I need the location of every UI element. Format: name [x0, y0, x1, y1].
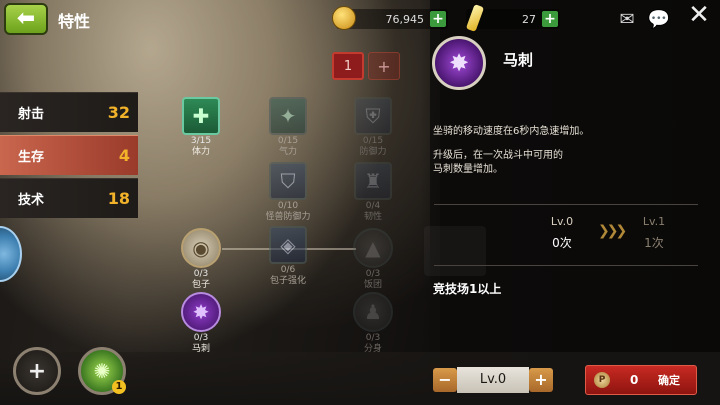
category-points: 32 [107, 103, 130, 122]
skill-rice-ball[interactable]: ▲ 0/3 饭团 [350, 228, 396, 291]
clone-icon: ♟ [353, 292, 393, 332]
next-level-label: Lv.1 [642, 215, 666, 228]
skill-count: 0/3 [365, 333, 381, 343]
gold-coin-icon [332, 6, 356, 30]
confirm-cost: 0 [630, 373, 639, 387]
chat-icon[interactable]: 💬 [646, 8, 672, 30]
category-points: 4 [118, 146, 130, 165]
skill-name: 怪兽防御力 [265, 212, 311, 222]
current-level-column: Lv.0 0次 [532, 215, 592, 251]
skill-toughness[interactable]: ♜ 0/4 韧性 [350, 162, 396, 223]
skill-name: 体力 [191, 147, 210, 157]
current-level-label: Lv.0 [550, 215, 574, 228]
skill-bun[interactable]: ◉ 0/3 包子 [178, 228, 224, 291]
skill-count: 0/3 [193, 333, 209, 343]
upgrade-arrow-icon: ❯❯❯ [598, 223, 627, 239]
category-label: 生存 [18, 150, 45, 165]
category-technique[interactable]: 技术 18 [0, 178, 138, 218]
detail-upgrade-description: 升级后，在一次战斗中可用的 马刺数量增加。 [433, 149, 563, 177]
skill-spur[interactable]: ✸ 0/3 马刺 [178, 292, 224, 355]
add-gem-button[interactable]: + [542, 11, 558, 27]
skill-count: 0/6 [280, 265, 296, 275]
mail-icon[interactable]: ✉ [614, 8, 640, 30]
shield-icon: ⛨ [354, 97, 392, 135]
confirm-button[interactable]: P 0 确定 [585, 365, 697, 395]
detail-description: 坐骑的移动速度在6秒内急速增加。 [433, 126, 590, 137]
unlock-requirement: 竞技场1以上 [433, 282, 502, 296]
gold-amount: 76,945 [385, 12, 425, 26]
armor-icon: ♜ [354, 162, 392, 200]
skill-name: 防御力 [359, 147, 387, 157]
skill-stamina[interactable]: ✚ 3/15 体力 [178, 97, 224, 158]
energy-icon: ✦ [269, 97, 307, 135]
back-arrow-icon: ⬅ [16, 6, 36, 31]
top-bar: ⬅ 特性 76,945 + 27 + ✉ 💬 ✕ [0, 0, 720, 40]
category-points: 18 [107, 189, 130, 208]
add-slot-button[interactable]: + [13, 347, 61, 395]
current-level-value: 0次 [552, 236, 572, 250]
skill-count: 0/15 [362, 136, 384, 146]
monster-shield-icon: ⛉ [269, 162, 307, 200]
next-level-value: 1次 [644, 236, 664, 250]
level-comparison: Lv.0 0次 ❯❯❯ Lv.1 1次 [434, 204, 698, 266]
green-flame-icon: ✺ [93, 359, 111, 383]
category-panel: 射击 32 生存 4 技术 18 [0, 92, 138, 221]
back-button[interactable]: ⬅ [4, 3, 48, 35]
skill-name: 包子 [191, 280, 210, 290]
page-title: 特性 [58, 14, 91, 31]
add-preset-button[interactable]: + [368, 52, 400, 80]
gold-counter: 76,945 + [332, 6, 448, 30]
detail-title: 马刺 [503, 51, 534, 69]
skill-name: 韧性 [363, 212, 382, 222]
skill-defense[interactable]: ⛨ 0/15 防御力 [350, 97, 396, 158]
close-icon[interactable]: ✕ [686, 0, 712, 30]
category-survival[interactable]: 生存 4 [0, 135, 138, 175]
special-skill-badge: 1 [112, 380, 126, 394]
rice-ball-icon: ▲ [353, 228, 393, 268]
increase-level-button[interactable]: + [529, 368, 553, 392]
point-icon: P [594, 372, 610, 388]
skill-monster-defense[interactable]: ⛉ 0/10 怪兽防御力 [265, 162, 311, 223]
skill-count: 0/3 [193, 269, 209, 279]
gem-counter: 27 + [465, 4, 560, 32]
add-gold-button[interactable]: + [430, 11, 446, 27]
confirm-label: 确定 [658, 374, 680, 387]
skill-count: 0/15 [277, 136, 299, 146]
bun-upgrade-icon: ◈ [269, 226, 307, 264]
gem-icon [465, 4, 485, 32]
bun-icon: ◉ [181, 228, 221, 268]
decrease-level-button[interactable]: − [433, 368, 457, 392]
level-stepper: − Lv.0 + [433, 367, 553, 393]
skill-count: 0/10 [277, 201, 299, 211]
skill-count: 3/15 [190, 136, 212, 146]
skill-clone[interactable]: ♟ 0/3 分身 [350, 292, 396, 355]
detail-upgrade-line-2: 马刺数量增加。 [433, 164, 503, 175]
next-level-column: Lv.1 1次 [624, 215, 684, 251]
selected-skill-spur-icon: ✸ [432, 36, 486, 90]
skill-bun-upgrade[interactable]: ◈ 0/6 包子强化 [265, 226, 311, 287]
skill-name: 饭团 [363, 280, 382, 290]
category-label: 射击 [18, 107, 45, 122]
preset-tab-1[interactable]: 1 [332, 52, 364, 80]
skill-name: 气力 [278, 147, 297, 157]
skill-energy[interactable]: ✦ 0/15 气力 [265, 97, 311, 158]
spur-icon: ✸ [181, 292, 221, 332]
cross-icon: ✚ [182, 97, 220, 135]
preset-tabs: 1 + [332, 52, 400, 80]
detail-upgrade-line-1: 升级后，在一次战斗中可用的 [433, 150, 563, 161]
skill-count: 0/3 [365, 269, 381, 279]
category-shooting[interactable]: 射击 32 [0, 92, 138, 132]
level-value: Lv.0 [457, 367, 529, 393]
skill-count: 0/4 [365, 201, 381, 211]
gem-amount: 27 [522, 12, 536, 26]
skill-name: 包子强化 [269, 276, 306, 286]
category-label: 技术 [18, 193, 45, 208]
